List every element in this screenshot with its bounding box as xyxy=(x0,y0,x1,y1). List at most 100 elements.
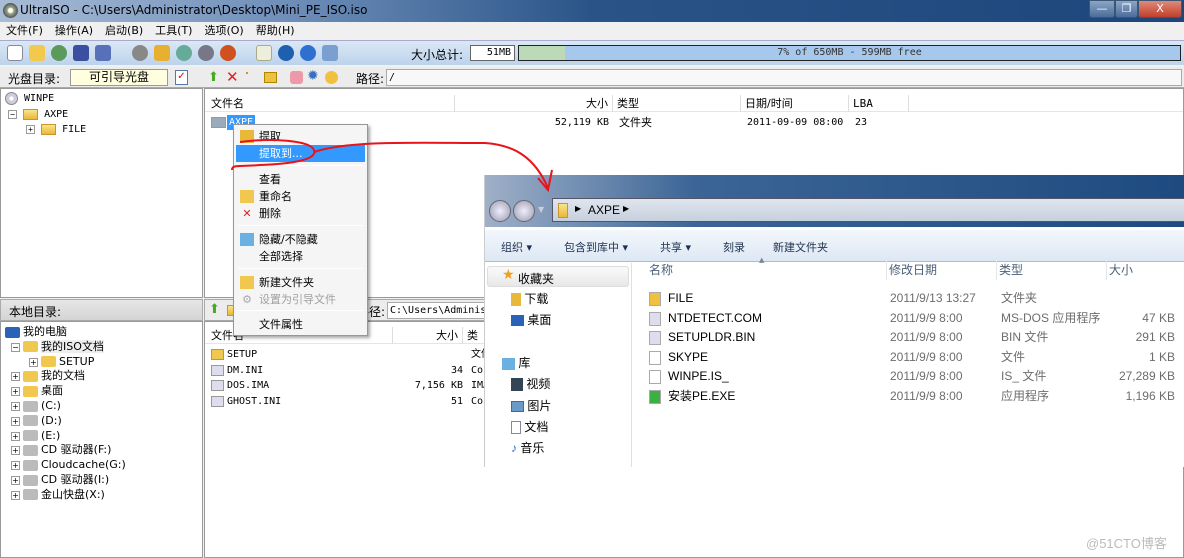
context-menu-item[interactable]: 全部选择 xyxy=(236,248,365,265)
menu-boot[interactable]: 启动(B) xyxy=(99,22,149,39)
context-menu-item[interactable]: 提取 xyxy=(236,128,365,145)
tree-node[interactable]: + 金山快盘(X:) xyxy=(11,487,105,502)
tree-node-file[interactable]: + FILE xyxy=(26,122,86,137)
tree-node-winpe[interactable]: WINPE xyxy=(5,91,54,106)
tree-node[interactable]: + Cloudcache(G:) xyxy=(11,457,126,472)
boot-type-field[interactable]: 可引导光盘 xyxy=(70,69,168,86)
new-icon[interactable] xyxy=(7,45,23,61)
burn-icon[interactable] xyxy=(219,45,236,61)
up-icon[interactable]: ⬆ xyxy=(208,70,219,85)
expand-icon[interactable]: + xyxy=(11,446,20,456)
nav-favorites[interactable]: ★ 收藏夹 xyxy=(487,266,629,287)
col-type[interactable]: 类型 xyxy=(999,261,1107,280)
context-menu-item[interactable]: 提取到... xyxy=(236,145,365,162)
close-button[interactable]: X xyxy=(1138,0,1182,18)
mount-icon[interactable] xyxy=(197,45,214,61)
options-icon[interactable] xyxy=(256,45,272,61)
col-size[interactable]: 大小 xyxy=(393,327,463,344)
iso-path-field[interactable]: / xyxy=(386,69,1182,86)
expand-icon[interactable]: + xyxy=(26,125,35,134)
col-size[interactable]: 大小 xyxy=(455,95,613,112)
tree-node-axpe[interactable]: − AXPE xyxy=(8,107,68,122)
command-button[interactable]: 新建文件夹 xyxy=(773,239,828,255)
nav-library[interactable]: 库 xyxy=(502,354,530,371)
expand-icon[interactable]: + xyxy=(11,431,20,441)
col-lba[interactable]: LBA xyxy=(849,95,909,112)
nav-pictures[interactable]: 图片 xyxy=(511,397,551,414)
menu-options[interactable]: 选项(O) xyxy=(198,22,249,39)
menu-tools[interactable]: 工具(T) xyxy=(149,22,198,39)
col-modified[interactable]: 修改日期 xyxy=(889,261,997,280)
collapse-icon[interactable]: − xyxy=(8,110,17,119)
tree-node[interactable]: + (D:) xyxy=(11,413,62,428)
command-button[interactable]: 共享 ▾ xyxy=(660,239,691,255)
file-row[interactable]: SETUPLDR.BIN 2011/9/9 8:00 BIN 文件 291 KB xyxy=(633,328,1184,347)
file-row[interactable]: SKYPE 2011/9/9 8:00 文件 1 KB xyxy=(633,348,1184,367)
expand-icon[interactable]: + xyxy=(11,476,20,485)
new-folder-icon[interactable] xyxy=(246,72,248,74)
table-row[interactable]: DOS.IMA 7,156 KB IMA xyxy=(209,378,509,393)
delete-icon[interactable]: ✕ xyxy=(226,68,239,86)
breadcrumb-arrow-icon[interactable]: ▶ xyxy=(575,204,581,213)
nav-music[interactable]: ♪ 音乐 xyxy=(511,439,544,456)
help-icon[interactable] xyxy=(300,45,316,61)
file-row[interactable]: FILE 2011/9/13 13:27 文件夹 xyxy=(633,289,1184,308)
save-as-icon[interactable] xyxy=(95,45,111,61)
menu-file[interactable]: 文件(F) xyxy=(0,22,49,39)
table-row[interactable]: SETUP 文件 xyxy=(209,347,509,362)
command-button[interactable]: 组织 ▾ xyxy=(501,239,532,255)
tree-node[interactable]: + CD 驱动器(F:) xyxy=(11,442,111,457)
menu-help[interactable]: 帮助(H) xyxy=(250,22,301,39)
expand-icon[interactable]: + xyxy=(11,387,20,397)
collapse-icon[interactable]: − xyxy=(11,342,20,352)
tree-node[interactable]: + 桌面 xyxy=(11,383,63,398)
rename-icon[interactable] xyxy=(264,72,277,83)
tree-node[interactable]: + 我的文档 xyxy=(11,368,85,383)
nav-downloads[interactable]: 下载 xyxy=(511,290,548,307)
tree-node[interactable]: + SETUP xyxy=(29,354,94,369)
col-filename[interactable]: 文件名 xyxy=(207,95,455,112)
nav-documents[interactable]: 文档 xyxy=(511,418,548,435)
expand-icon[interactable]: + xyxy=(11,416,20,426)
tree-node[interactable]: + CD 驱动器(I:) xyxy=(11,472,109,487)
make-cd-image-icon[interactable] xyxy=(131,45,148,61)
table-row[interactable]: DM.INI 34 Cor xyxy=(209,363,509,378)
command-button[interactable]: 刻录 xyxy=(723,239,745,255)
up-icon[interactable]: ⬆ xyxy=(209,302,220,317)
context-menu-item[interactable]: 文件属性 xyxy=(236,316,365,333)
tree-node[interactable]: 我的电脑 xyxy=(5,324,67,339)
save-icon[interactable] xyxy=(73,45,89,61)
col-name[interactable]: 名称 xyxy=(649,261,887,280)
nav-videos[interactable]: 视频 xyxy=(511,375,550,392)
col-size[interactable]: 大小 xyxy=(1109,261,1133,280)
minimize-button[interactable]: — xyxy=(1089,0,1115,18)
back-button[interactable] xyxy=(489,200,511,222)
exit-icon[interactable] xyxy=(322,45,338,61)
history-dropdown-icon[interactable]: ▼ xyxy=(538,205,544,214)
tree-node[interactable]: + (C:) xyxy=(11,398,61,413)
command-button[interactable]: 包含到库中 ▾ xyxy=(564,239,628,255)
menu-actions[interactable]: 操作(A) xyxy=(49,22,99,39)
restore-button[interactable]: ❐ xyxy=(1115,0,1138,18)
address-bar[interactable]: ▶ AXPE ▶ xyxy=(552,198,1184,222)
compress-icon[interactable] xyxy=(175,45,192,61)
breadcrumb-arrow-icon[interactable]: ▶ xyxy=(623,204,629,213)
settings-icon[interactable]: ✹ xyxy=(307,68,319,84)
context-menu-item[interactable]: 重命名 xyxy=(236,188,365,205)
extract-icon[interactable] xyxy=(51,45,67,61)
context-menu-item[interactable]: ✕ 删除 xyxy=(236,205,365,222)
expand-icon[interactable]: + xyxy=(11,490,20,500)
info-icon[interactable] xyxy=(278,45,294,61)
table-row[interactable]: GHOST.INI 51 Cor xyxy=(209,394,509,409)
context-menu-item[interactable]: 新建文件夹 xyxy=(236,274,365,291)
expand-icon[interactable]: + xyxy=(11,402,20,411)
context-menu-item[interactable]: ⚙ 设置为引导文件 xyxy=(236,291,365,308)
file-row[interactable]: NTDETECT.COM 2011/9/9 8:00 MS-DOS 应用程序 47 K… xyxy=(633,309,1184,328)
tree-node[interactable]: − 我的ISO文档 xyxy=(11,339,104,354)
tree-node[interactable]: + (E:) xyxy=(11,428,60,443)
forward-button[interactable] xyxy=(513,200,535,222)
expand-icon[interactable]: + xyxy=(29,357,38,367)
file-row[interactable]: WINPE.IS_ 2011/9/9 8:00 IS_ 文件 27,289 KB xyxy=(633,367,1184,386)
hide-icon[interactable] xyxy=(325,71,338,84)
col-type[interactable]: 类型 xyxy=(613,95,741,112)
